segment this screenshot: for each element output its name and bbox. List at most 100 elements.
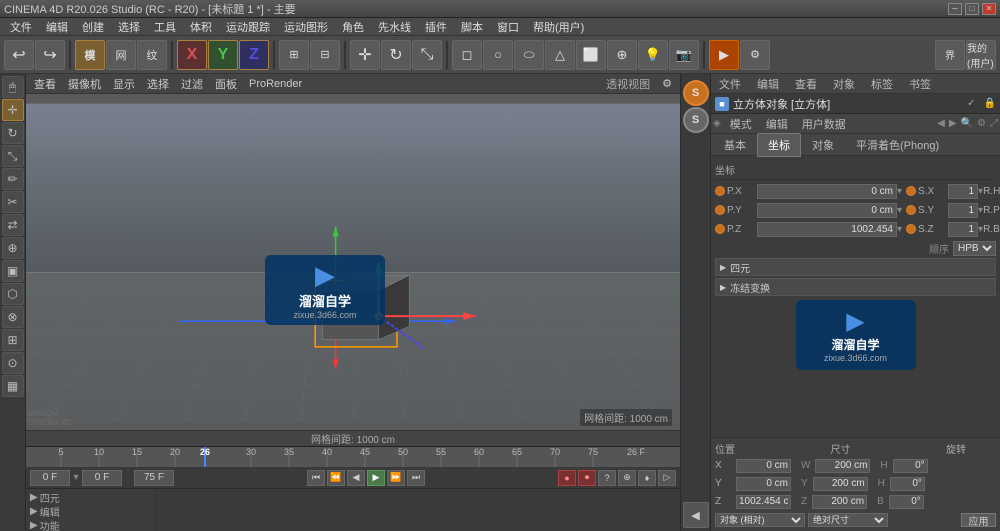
vp-camera-btn[interactable]: 摄像机: [64, 76, 105, 92]
vp-filter-btn[interactable]: 过滤: [177, 76, 207, 92]
userdata-tab[interactable]: 用户数据: [797, 113, 851, 135]
preview-button[interactable]: ▷: [658, 470, 676, 486]
props-expand[interactable]: ⤢: [990, 118, 998, 129]
menu-tools[interactable]: 工具: [148, 18, 182, 36]
menu-script[interactable]: 脚本: [455, 18, 489, 36]
rt-s-button2[interactable]: S: [683, 107, 709, 133]
by-rot-field[interactable]: [890, 477, 925, 491]
by-size-field[interactable]: [813, 477, 868, 491]
rot-order-select[interactable]: HPB: [953, 241, 996, 256]
step-back-button[interactable]: ⏪: [327, 470, 345, 486]
close-button[interactable]: ✕: [982, 3, 996, 15]
ptab-tag[interactable]: 标签: [867, 74, 897, 94]
current-frame-field[interactable]: [82, 470, 122, 486]
menu-mograph[interactable]: 运动跟踪: [220, 18, 276, 36]
menu-edit[interactable]: 编辑: [40, 18, 74, 36]
scale-tool[interactable]: ⤡: [2, 145, 24, 167]
vp-select-btn[interactable]: 选择: [143, 76, 173, 92]
motion-path-button[interactable]: ⊕: [618, 470, 636, 486]
sz-field[interactable]: [948, 222, 978, 237]
magnet-tool[interactable]: ⊗: [2, 306, 24, 328]
bridge-tool[interactable]: ⇄: [2, 214, 24, 236]
snap-tool[interactable]: ⊞: [2, 329, 24, 351]
knife-tool[interactable]: ✂: [2, 191, 24, 213]
coord-type-select[interactable]: 绝对尺寸: [808, 513, 888, 527]
menu-file[interactable]: 文件: [4, 18, 38, 36]
apply-button[interactable]: 应用: [961, 513, 996, 527]
tab-phong[interactable]: 平滑着色(Phong): [845, 133, 950, 157]
world-coord-button[interactable]: ⊞: [279, 40, 309, 70]
interface-button[interactable]: 界: [935, 40, 965, 70]
select-tool[interactable]: 🖱: [2, 76, 24, 98]
tab-coord[interactable]: 坐标: [757, 133, 801, 157]
minimize-button[interactable]: ─: [948, 3, 962, 15]
ptab-bookmark[interactable]: 书签: [905, 74, 935, 94]
bx-rot-field[interactable]: [893, 459, 928, 473]
scale-button[interactable]: ⤡: [412, 40, 442, 70]
move-tool[interactable]: ✛: [2, 99, 24, 121]
tab-object[interactable]: 对象: [801, 133, 845, 157]
rotate-tool[interactable]: ↻: [2, 122, 24, 144]
props-nav-left[interactable]: ◀: [937, 118, 945, 129]
px-field[interactable]: [757, 184, 897, 199]
menu-character[interactable]: 角色: [336, 18, 370, 36]
freeze-header[interactable]: ▶ 冻结变换: [716, 279, 995, 295]
redo-button[interactable]: ↪: [35, 40, 65, 70]
ptab-file[interactable]: 文件: [715, 74, 745, 94]
object-type-select[interactable]: 对象 (相对): [715, 513, 805, 527]
mixer-button[interactable]: ♦: [638, 470, 656, 486]
cone-button[interactable]: △: [545, 40, 575, 70]
loop-select-tool[interactable]: ⬡: [2, 283, 24, 305]
py-field[interactable]: [757, 203, 897, 218]
ptab-edit[interactable]: 编辑: [753, 74, 783, 94]
maximize-button[interactable]: □: [965, 3, 979, 15]
bx-pos-field[interactable]: [736, 459, 791, 473]
rt-s-button1[interactable]: S: [683, 80, 709, 106]
by-pos-field[interactable]: [736, 477, 791, 491]
light-button[interactable]: 💡: [638, 40, 668, 70]
extrude-tool[interactable]: ⊕: [2, 237, 24, 259]
ptab-view[interactable]: 查看: [791, 74, 821, 94]
goto-end-button[interactable]: ⏭: [407, 470, 425, 486]
sy-field[interactable]: [948, 203, 978, 218]
pz-field[interactable]: [757, 222, 897, 237]
camera-button[interactable]: 📷: [669, 40, 699, 70]
ptab-object[interactable]: 对象: [829, 74, 859, 94]
menu-select[interactable]: 选择: [112, 18, 146, 36]
viewport[interactable]: 网格间距: 1000 cm ▶ 溜溜自学 zixue.3d66.com MAXO…: [26, 94, 680, 430]
bz-rot-field[interactable]: [889, 495, 924, 509]
frame-start-field[interactable]: [30, 470, 70, 486]
edit-tab[interactable]: 编辑: [761, 113, 793, 135]
props-gear[interactable]: ⚙: [977, 118, 986, 129]
props-nav-right[interactable]: ▶: [949, 118, 957, 129]
workplane-tool[interactable]: ▦: [2, 375, 24, 397]
mode-tab[interactable]: 模式: [725, 113, 757, 135]
menu-xpresso[interactable]: 先水线: [372, 18, 417, 36]
y-axis-button[interactable]: Y: [208, 40, 238, 70]
record-button[interactable]: ●: [558, 470, 576, 486]
play-button[interactable]: ▶: [367, 470, 385, 486]
step-forward-button[interactable]: ⏩: [387, 470, 405, 486]
goto-start-button[interactable]: ⏮: [307, 470, 325, 486]
quaternion-header[interactable]: ▶ 四元: [716, 259, 995, 275]
auto-key-button[interactable]: ⏺: [578, 470, 596, 486]
vp-prorender-btn[interactable]: ProRender: [245, 78, 306, 90]
rt-arrow-button[interactable]: ◀: [683, 502, 709, 528]
sx-field[interactable]: [948, 184, 978, 199]
mode-texture-button[interactable]: 纹: [137, 40, 167, 70]
about-button[interactable]: 我的(用户): [966, 40, 996, 70]
render-settings-button[interactable]: ⚙: [740, 40, 770, 70]
frame-end-field[interactable]: [134, 470, 174, 486]
undo-button[interactable]: ↩: [4, 40, 34, 70]
vp-panel-btn[interactable]: 面板: [211, 76, 241, 92]
paint-tool[interactable]: ✏: [2, 168, 24, 190]
menu-motion[interactable]: 运动图形: [278, 18, 334, 36]
cube-button[interactable]: ◻: [452, 40, 482, 70]
menu-create[interactable]: 创建: [76, 18, 110, 36]
play-back-button[interactable]: ◀: [347, 470, 365, 486]
cylinder-button[interactable]: ⬭: [514, 40, 544, 70]
vp-view-btn[interactable]: 查看: [30, 76, 60, 92]
box-select-tool[interactable]: ▣: [2, 260, 24, 282]
menu-volume[interactable]: 体积: [184, 18, 218, 36]
rotate-button[interactable]: ↻: [381, 40, 411, 70]
